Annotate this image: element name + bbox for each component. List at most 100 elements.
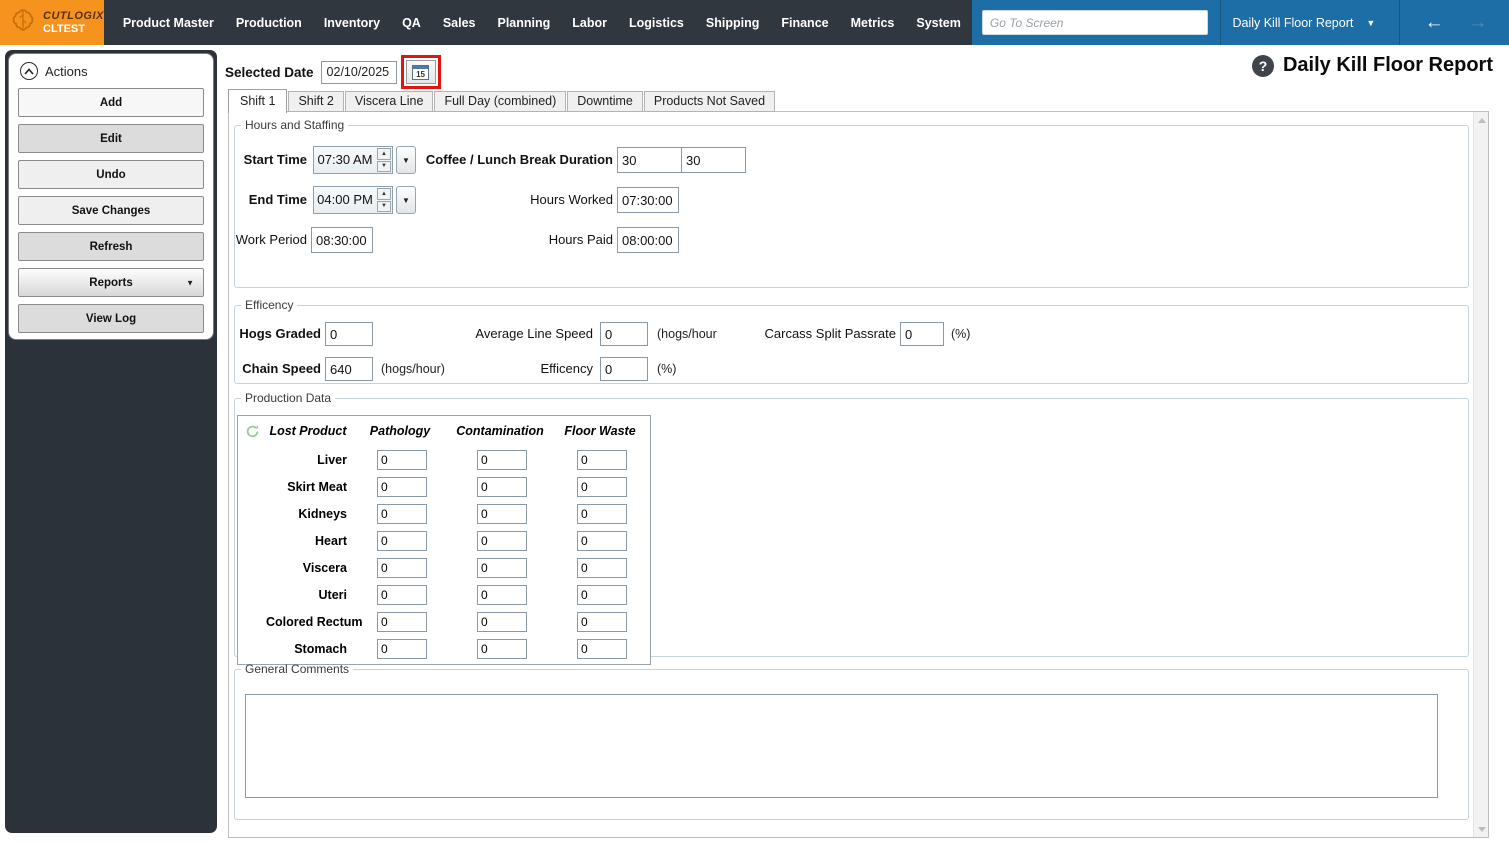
- chain-speed-input[interactable]: [325, 357, 373, 381]
- calendar-button[interactable]: 15: [406, 60, 436, 84]
- start-time-picker[interactable]: 07:30 AM ▲ ▼ ▼: [313, 146, 416, 174]
- carcass-split-passrate-input[interactable]: [900, 322, 944, 346]
- pathology-input[interactable]: [377, 558, 427, 578]
- nav-right-section: Daily Kill Floor Report ▼ ← → × ☆: [972, 0, 1509, 45]
- efficency-label: Efficency: [425, 357, 593, 381]
- pathology-input[interactable]: [377, 504, 427, 524]
- start-time-up-button[interactable]: ▲: [377, 148, 391, 160]
- screen-selector-dropdown[interactable]: Daily Kill Floor Report ▼: [1221, 16, 1387, 30]
- floor-waste-input[interactable]: [577, 612, 627, 632]
- tab-shift-2[interactable]: Shift 2: [288, 91, 343, 112]
- tab-full-day-combined[interactable]: Full Day (combined): [434, 91, 566, 112]
- pathology-input[interactable]: [377, 450, 427, 470]
- end-time-dropdown-button[interactable]: ▼: [396, 186, 416, 214]
- efficency-unit: (%): [657, 357, 676, 381]
- nav-item-product-master[interactable]: Product Master: [112, 0, 225, 45]
- page-title: Daily Kill Floor Report: [1283, 54, 1493, 77]
- start-time-down-button[interactable]: ▼: [377, 161, 391, 173]
- floor-waste-input[interactable]: [577, 558, 627, 578]
- contamination-input[interactable]: [477, 531, 527, 551]
- tab-products-not-saved[interactable]: Products Not Saved: [644, 91, 775, 112]
- nav-item-labor[interactable]: Labor: [561, 0, 618, 45]
- forward-button[interactable]: →: [1468, 0, 1487, 45]
- nav-item-qa[interactable]: QA: [391, 0, 432, 45]
- refresh-button[interactable]: Refresh: [18, 232, 204, 261]
- main-content: Selected Date 15 ? Daily Kill Floor Repo…: [218, 45, 1509, 845]
- nav-item-production[interactable]: Production: [225, 0, 313, 45]
- refresh-icon[interactable]: [238, 424, 266, 439]
- pathology-input[interactable]: [377, 477, 427, 497]
- pathology-input[interactable]: [377, 612, 427, 632]
- hogs-graded-label: Hogs Graded: [235, 322, 321, 346]
- hours-paid-input[interactable]: [617, 227, 679, 253]
- floor-waste-input[interactable]: [577, 450, 627, 470]
- goto-screen-input[interactable]: [982, 10, 1208, 35]
- nav-item-sales[interactable]: Sales: [432, 0, 487, 45]
- contamination-input[interactable]: [477, 639, 527, 659]
- row-label: Stomach: [266, 642, 350, 656]
- hours-worked-input[interactable]: [617, 187, 679, 213]
- nav-item-finance[interactable]: Finance: [770, 0, 839, 45]
- lost-product-table: Lost Product Pathology Contamination Flo…: [237, 415, 651, 665]
- table-row-stomach: Stomach: [238, 635, 650, 662]
- scrollbar-up-button[interactable]: [1474, 112, 1489, 128]
- reports-dropdown-button[interactable]: Reports ▼: [18, 268, 204, 297]
- column-header-pathology: Pathology: [350, 424, 450, 438]
- back-button[interactable]: ←: [1425, 0, 1444, 45]
- tab-viscera-line[interactable]: Viscera Line: [345, 91, 434, 112]
- row-label: Liver: [266, 453, 350, 467]
- chevron-down-icon: ▼: [1366, 18, 1375, 28]
- scrollbar-down-button[interactable]: [1474, 821, 1489, 837]
- floor-waste-input[interactable]: [577, 477, 627, 497]
- floor-waste-input[interactable]: [577, 585, 627, 605]
- coffee-break-2-input[interactable]: [681, 147, 746, 173]
- save-changes-button[interactable]: Save Changes: [18, 196, 204, 225]
- average-line-speed-input[interactable]: [600, 322, 648, 346]
- general-comments-group: General Comments: [234, 662, 1469, 820]
- contamination-input[interactable]: [477, 558, 527, 578]
- start-time-dropdown-button[interactable]: ▼: [396, 146, 416, 174]
- pathology-input[interactable]: [377, 585, 427, 605]
- floor-waste-input[interactable]: [577, 639, 627, 659]
- end-time-up-button[interactable]: ▲: [377, 188, 391, 200]
- work-period-input[interactable]: [311, 227, 373, 253]
- selected-date-input[interactable]: [321, 61, 397, 84]
- view-log-button[interactable]: View Log: [18, 304, 204, 333]
- nav-item-shipping[interactable]: Shipping: [695, 0, 770, 45]
- undo-button[interactable]: Undo: [18, 160, 204, 189]
- hogs-graded-input[interactable]: [325, 322, 373, 346]
- help-icon[interactable]: ?: [1252, 55, 1274, 77]
- top-navbar: CUTLOGIX CLTEST Product Master Productio…: [0, 0, 1509, 45]
- chevron-down-icon: ▼: [186, 278, 194, 287]
- column-header-lost-product: Lost Product: [266, 424, 350, 438]
- floor-waste-input[interactable]: [577, 531, 627, 551]
- nav-item-metrics[interactable]: Metrics: [840, 0, 906, 45]
- general-comments-textarea[interactable]: [245, 694, 1438, 798]
- row-label: Kidneys: [266, 507, 350, 521]
- hours-paid-label: Hours Paid: [415, 226, 613, 254]
- contamination-input[interactable]: [477, 585, 527, 605]
- row-label: Viscera: [266, 561, 350, 575]
- edit-button[interactable]: Edit: [18, 124, 204, 153]
- efficency-input[interactable]: [600, 357, 648, 381]
- contamination-input[interactable]: [477, 450, 527, 470]
- chain-speed-label: Chain Speed: [235, 357, 321, 381]
- tab-shift-1[interactable]: Shift 1: [228, 89, 287, 113]
- collapse-actions-button[interactable]: [20, 62, 38, 80]
- nav-item-inventory[interactable]: Inventory: [313, 0, 391, 45]
- end-time-down-button[interactable]: ▼: [377, 201, 391, 213]
- tab-downtime[interactable]: Downtime: [567, 91, 643, 112]
- contamination-input[interactable]: [477, 477, 527, 497]
- floor-waste-input[interactable]: [577, 504, 627, 524]
- nav-item-system[interactable]: System: [905, 0, 971, 45]
- contamination-input[interactable]: [477, 504, 527, 524]
- vertical-scrollbar[interactable]: [1473, 112, 1488, 837]
- end-time-picker[interactable]: 04:00 PM ▲ ▼ ▼: [313, 186, 416, 214]
- nav-item-logistics[interactable]: Logistics: [618, 0, 695, 45]
- contamination-input[interactable]: [477, 612, 527, 632]
- coffee-break-1-input[interactable]: [617, 147, 682, 173]
- pathology-input[interactable]: [377, 531, 427, 551]
- add-button[interactable]: Add: [18, 88, 204, 117]
- pathology-input[interactable]: [377, 639, 427, 659]
- nav-item-planning[interactable]: Planning: [487, 0, 562, 45]
